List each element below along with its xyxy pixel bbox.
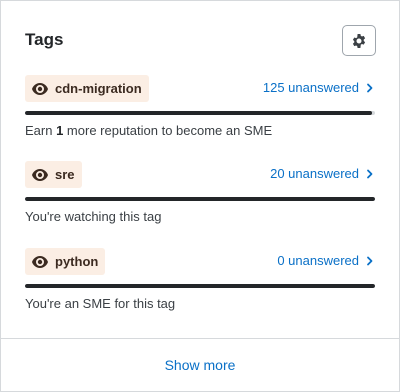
- status-text: You're an SME for this tag: [25, 296, 176, 311]
- status-prefix: Earn: [25, 123, 57, 138]
- tags-card: Tags cdn-migration 125 unanswered Earn 1…: [0, 0, 400, 392]
- status-suffix: more reputation to become an SME: [63, 123, 273, 138]
- unanswered-count: 125 unanswered: [262, 80, 359, 95]
- chevron-right-icon: [367, 83, 373, 92]
- eye-icon: [32, 168, 48, 181]
- unanswered-count: 0 unanswered: [277, 253, 359, 268]
- unanswered-count: 20 unanswered: [270, 166, 359, 181]
- tag-row-sre: sre 20 unanswered You're watching this t…: [25, 161, 375, 241]
- tag-row-python: python 0 unanswered You're an SME for th…: [25, 248, 375, 328]
- eye-icon: [32, 82, 48, 95]
- progress-fill: [25, 284, 375, 288]
- progress-bar: [25, 197, 375, 201]
- settings-button[interactable]: [342, 25, 376, 56]
- chevron-right-icon: [367, 169, 373, 178]
- progress-bar: [25, 111, 375, 115]
- tag-chip[interactable]: cdn-migration: [25, 75, 149, 102]
- progress-fill: [25, 197, 375, 201]
- chevron-right-icon: [367, 256, 373, 265]
- card-header: Tags: [25, 25, 376, 57]
- progress-fill: [25, 111, 372, 115]
- tag-row-cdn-migration: cdn-migration 125 unanswered Earn 1 more…: [25, 75, 375, 155]
- gear-icon: [352, 33, 366, 48]
- tag-chip[interactable]: sre: [25, 161, 82, 188]
- card-footer: Show more: [1, 338, 399, 391]
- unanswered-link[interactable]: 125 unanswered: [263, 80, 375, 95]
- card-title: Tags: [25, 30, 64, 49]
- progress-bar: [25, 284, 375, 288]
- eye-icon: [32, 255, 48, 268]
- unanswered-link[interactable]: 20 unanswered: [270, 166, 375, 181]
- tag-name: python: [55, 254, 99, 269]
- unanswered-link[interactable]: 0 unanswered: [277, 253, 375, 268]
- show-more-link[interactable]: Show more: [165, 357, 236, 373]
- status-text: Earn 1 more reputation to become an SME: [25, 123, 272, 138]
- tag-name: cdn-migration: [55, 81, 142, 96]
- tag-chip[interactable]: python: [25, 248, 106, 275]
- tag-name: sre: [55, 167, 75, 182]
- status-text: You're watching this tag: [25, 209, 162, 224]
